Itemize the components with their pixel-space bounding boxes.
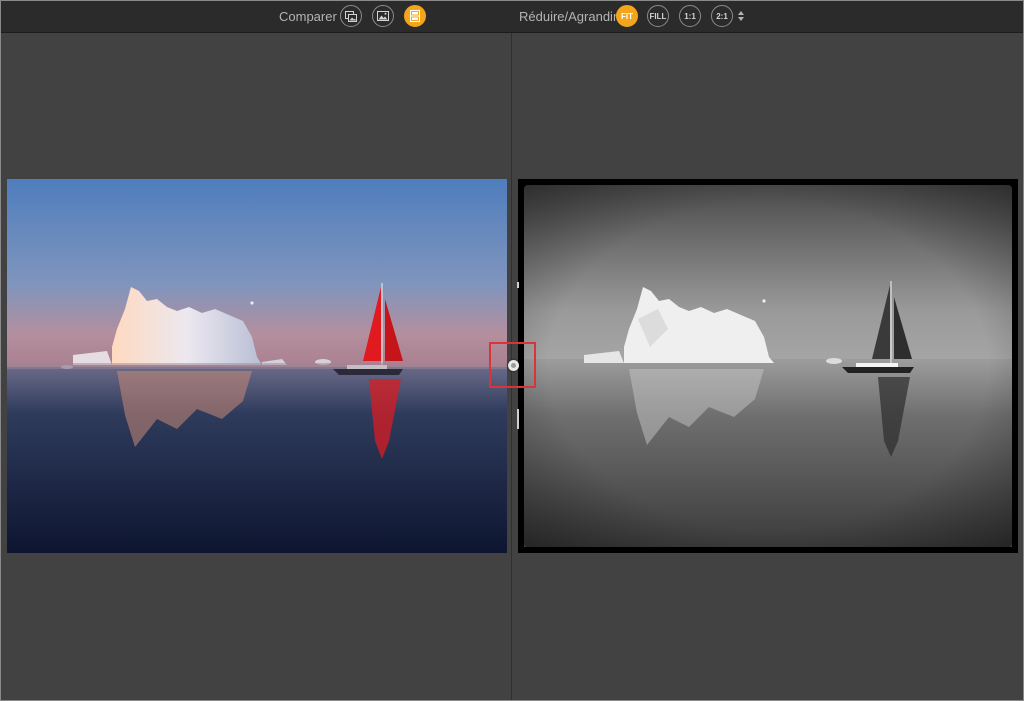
zoom-stepper[interactable]	[737, 9, 745, 23]
right-preview-pane	[512, 33, 1023, 700]
zoom-fill-button[interactable]: FILL	[647, 5, 669, 27]
zoom-2-1-button[interactable]: 2:1	[711, 5, 733, 27]
compare-split-button[interactable]	[404, 5, 426, 27]
compare-window: Comparer Réduire/Agrandir FIT FILL 1:1 2…	[0, 0, 1024, 701]
up-down-stepper-icon	[738, 11, 744, 21]
film-edge-mark	[517, 409, 519, 429]
split-compare-icon	[410, 10, 420, 22]
single-photo-icon	[377, 11, 389, 21]
side-by-side-photos-icon	[345, 10, 357, 22]
zoom-fit-button[interactable]: FIT	[616, 5, 638, 27]
compare-label: Comparer	[279, 9, 337, 24]
compare-side-by-side-button[interactable]	[340, 5, 362, 27]
toolbar: Comparer Réduire/Agrandir FIT FILL 1:1 2…	[1, 1, 1023, 33]
bw-photo-frame	[518, 179, 1018, 553]
iceberg-sailboat-bw-photo	[518, 179, 1018, 553]
zoom-label: Réduire/Agrandir	[519, 9, 618, 24]
film-edge-mark	[517, 282, 519, 288]
color-photo	[7, 179, 507, 553]
compare-single-button[interactable]	[372, 5, 394, 27]
split-handle-icon[interactable]	[508, 360, 519, 371]
iceberg-red-sailboat-color-photo	[7, 179, 507, 553]
split-handle-highlight[interactable]	[489, 342, 536, 388]
left-preview-pane	[1, 33, 511, 700]
zoom-1-1-button[interactable]: 1:1	[679, 5, 701, 27]
